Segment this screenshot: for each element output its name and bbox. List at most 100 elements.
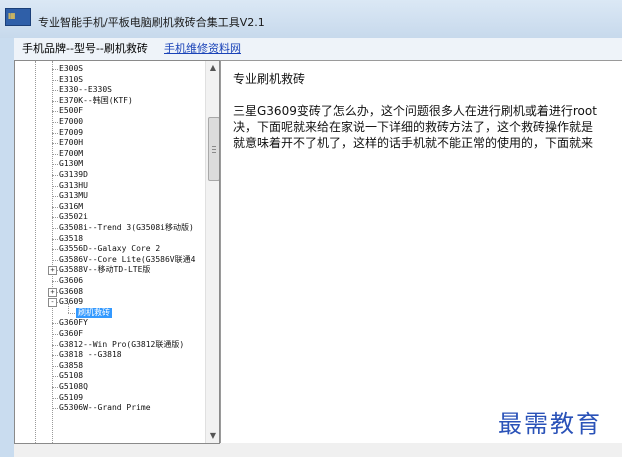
tree-item[interactable]: E310S [15,75,205,85]
menu-item-brand-model-flash[interactable]: 手机品牌--型号--刷机救砖 [22,42,148,56]
tree-item-label: G3586V--Core Lite(G3586V联通4 [59,254,196,264]
tree-item-label: E370K--韩国(KTF) [59,95,133,105]
tree-item[interactable]: - G3609 [15,297,205,308]
tree-connector-line [52,196,58,198]
app-icon: ▦ [5,8,31,26]
tree-connector-line [52,153,58,155]
tree-item-label: G3518 [59,233,84,243]
tree-item-label: G3818 --G3818 [59,350,122,360]
tree-item-label: G3588V--移动TD-LTE版 [59,265,151,275]
tree-item[interactable]: E700H [15,138,205,148]
tree-item[interactable]: E330--E330S [15,85,205,95]
tree-child-line [68,302,69,313]
tree-item[interactable]: G316M [15,202,205,212]
tree-item[interactable]: G3858 [15,361,205,371]
tree-item[interactable]: G3139D [15,170,205,180]
tree-item-label: G3508i--Trend 3(G3508i移动版) [59,223,194,232]
tree-item[interactable]: G130M [15,159,205,169]
tree-connector-line [52,387,58,388]
tree-connector-line [52,323,58,325]
tree-item[interactable]: G360FY [15,318,205,328]
tree-item[interactable]: G5108 [15,371,205,381]
tree-item-label: E310S [59,74,84,84]
tree-connector-line [52,334,58,335]
tree-connector-line [52,185,58,187]
tree-item[interactable]: G313MU [15,191,205,201]
tree-item[interactable]: + G3588V--移动TD-LTE版 [15,265,205,276]
tree-item-label: G130M [59,159,84,169]
tree-item[interactable]: G313HU [15,181,205,191]
scroll-down-icon[interactable]: ▼ [206,429,219,443]
model-tree-view[interactable]: E300S E310S E330--E330S E370K--韩国(KTF) E500F… [14,60,220,444]
tree-connector-line [52,344,58,346]
tree-item[interactable]: G3606 [15,276,205,286]
tree-connector-line [52,100,58,102]
scroll-thumb[interactable] [208,117,219,181]
tree-child-item[interactable]: 刷机救砖 [15,302,205,318]
tree-item[interactable]: G5306W--Grand Prime [15,403,205,413]
tree-item-label: E700H [59,138,84,148]
collapse-icon[interactable]: - [48,298,57,308]
tree-connector-line [52,281,58,282]
tree-connector-line [52,408,58,410]
tree-scrollbar[interactable]: ▲ ▼ [205,61,219,443]
tree-connector-line [52,132,58,134]
tree-connector-line [52,355,58,357]
tree-item-label: G3556D--Galaxy Core 2 [59,244,161,254]
article-line: 三星G3609变砖了怎么办，这个问题很多人在进行刷机或着进行root [233,104,597,118]
tree-item[interactable]: G5109 [15,393,205,403]
tree-item[interactable]: G3508i--Trend 3(G3508i移动版) [15,223,205,233]
tree-item-label: E700M [59,148,84,158]
tree-item-label: G3858 [59,360,84,370]
tree-item-label: E330--E330S [59,85,112,95]
thumb-grip [212,152,216,153]
tree-item[interactable]: G3812--Win Pro(G3812联通版) [15,340,205,350]
tree-connector-line [52,238,58,240]
tree-item[interactable]: E7009 [15,128,205,138]
tree-item[interactable]: E300S [15,64,205,74]
tree-item-label: G313MU [59,191,88,201]
tree-connector-line [52,143,58,145]
expand-icon[interactable]: + [48,266,57,276]
tree-item-label: E500F [59,106,84,116]
tree-connector-line [52,259,58,261]
tree-item[interactable]: G3586V--Core Lite(G3586V联通4 [15,255,205,265]
tree-item[interactable]: G360F [15,329,205,339]
article-panel: 专业刷机救砖 三星G3609变砖了怎么办，这个问题很多人在进行刷机或着进行roo… [220,60,622,443]
expand-icon[interactable]: + [48,287,57,297]
tree-connector-line [52,90,58,92]
tree-item[interactable]: E700M [15,149,205,159]
tree-item[interactable]: + G3608 [15,287,205,297]
tree-connector-line [52,249,58,251]
tree-item-label: G3502i [59,212,88,222]
tree-item-label: G313HU [59,180,88,190]
tree-item-label: G3609 [59,297,84,307]
app-window: ▦ 专业智能手机/平板电脑刷机救砖合集工具V2.1 手机品牌--型号--刷机救砖… [0,0,622,457]
tree-item-label: G316M [59,201,84,211]
tree-connector-line [52,111,58,113]
tree-item[interactable]: E500F [15,106,205,116]
tree-item[interactable]: E7000 [15,117,205,127]
tree-item[interactable]: G5108Q [15,382,205,392]
tree-connector-line [52,206,58,208]
tree-connector-line [52,164,58,166]
window-title: 专业智能手机/平板电脑刷机救砖合集工具V2.1 [38,16,265,29]
tree-item[interactable]: G3556D--Galaxy Core 2 [15,244,205,254]
watermark-logo: 最需教育 [498,410,602,438]
tree-connector-line [52,365,58,367]
scroll-up-icon[interactable]: ▲ [206,61,219,75]
tree-item[interactable]: G3502i [15,212,205,222]
tree-item-label-selected: 刷机救砖 [76,307,112,318]
tree-connector-line [52,175,58,176]
tree-item[interactable]: E370K--韩国(KTF) [15,96,205,106]
tree-item[interactable]: G3818 --G3818 [15,350,205,360]
tree-item-label: E300S [59,64,84,73]
tree-connector-line [52,376,58,378]
tree-connector-line [52,79,58,81]
tree-item-label: E7009 [59,127,84,137]
tree-item-label: G3139D [59,170,88,179]
main-area: E300S E310S E330--E330S E370K--韩国(KTF) E500F… [14,60,622,457]
menu-item-repair-resources-link[interactable]: 手机维修资料网 [164,42,241,56]
tree-item[interactable]: G3518 [15,234,205,244]
article-line: 就意味着开不了机了，这样的话手机就不能正常的使用的，下面就来 [233,136,594,150]
